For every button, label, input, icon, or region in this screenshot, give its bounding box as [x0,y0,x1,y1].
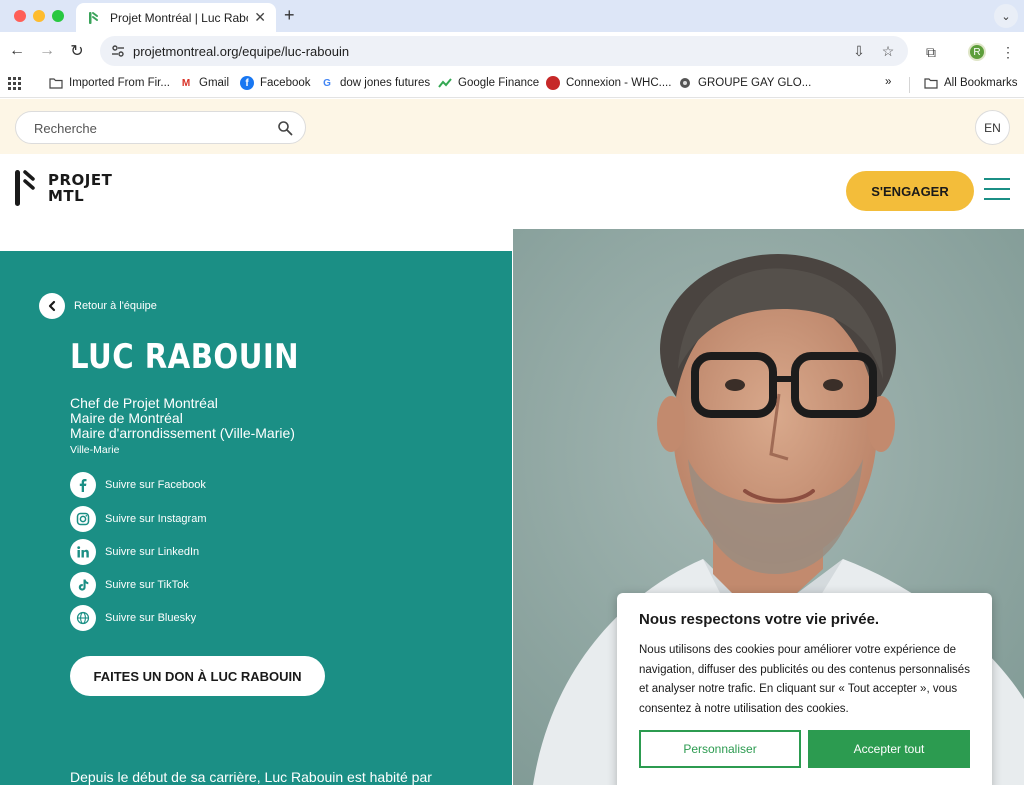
bookmark-label: GROUPE GAY GLO... [698,77,812,89]
tab-title: Projet Montréal | Luc Rabouin [110,10,248,25]
tab-search-button[interactable]: ⌄ [994,4,1018,28]
new-tab-button[interactable]: + [284,5,295,26]
social-link-bluesky[interactable]: Suivre sur Bluesky [70,605,196,631]
language-toggle-button[interactable]: EN [975,110,1010,145]
role-line: Maire de Montréal [70,410,183,426]
site-settings-icon[interactable] [110,43,126,59]
site-header: PROJET MTL S'ENGAGER [0,154,1024,230]
back-label: Retour à l'équipe [74,300,157,312]
browser-toolbar: ← → ↻ projetmontreal.org/equipe/luc-rabo… [0,32,1024,70]
social-link-tiktok[interactable]: Suivre sur TikTok [70,572,189,598]
logo-line-1: PROJET [48,171,113,189]
reload-button[interactable]: ↻ [66,40,88,62]
forward-button[interactable]: → [36,40,58,62]
logo-line-2: MTL [48,187,85,205]
site-search-input[interactable]: Recherche [15,111,306,144]
social-label: Suivre sur Bluesky [105,612,197,624]
folder-icon [924,76,938,90]
bookmark-label: Gmail [199,77,230,89]
extensions-icon[interactable]: ⧉ [921,42,941,62]
maximize-window-button[interactable] [52,10,64,22]
profile-roles: Chef de Projet Montréal Maire de Montréa… [70,396,295,441]
social-link-linkedin[interactable]: Suivre sur LinkedIn [70,539,199,565]
chevron-left-icon [39,293,65,319]
site-icon [678,76,692,90]
customize-cookies-button[interactable]: Personnaliser [639,730,801,768]
bookmark-dow-jones[interactable]: G dow jones futures [320,76,430,90]
profile-district: Ville-Marie [70,444,120,456]
folder-icon [49,76,63,90]
cookie-body: Nous utilisons des cookies pour améliore… [639,644,970,715]
search-icon[interactable] [277,120,293,136]
bookmark-label: Facebook [260,77,311,89]
bookmark-label: Connexion - WHC.... [566,77,672,89]
profile-intro-text: Depuis le début de sa carrière, Luc Rabo… [70,769,432,785]
search-placeholder: Recherche [34,121,97,136]
browser-menu-icon[interactable]: ⋮ [998,42,1018,62]
social-label: Suivre sur LinkedIn [105,546,200,558]
google-icon: G [323,77,331,89]
minimize-window-button[interactable] [33,10,45,22]
projet-mtl-logo[interactable]: PROJET MTL [14,169,112,209]
social-label: Suivre sur Facebook [105,479,206,491]
cookie-title: Nous respectons votre vie privée. [639,611,880,628]
profile-avatar[interactable]: R [968,43,986,61]
social-link-instagram[interactable]: Suivre sur Instagram [70,506,206,532]
bookmark-label: Imported From Fir... [69,77,170,89]
bookmarks-divider [909,77,910,93]
accept-all-cookies-button[interactable]: Accepter tout [808,730,970,768]
bookmark-google-finance[interactable]: Google Finance [438,76,539,90]
gmail-icon: M [181,77,191,89]
bookmark-facebook[interactable]: f Facebook [240,76,311,90]
bookmark-connexion[interactable]: Connexion - WHC.... [546,76,671,90]
profile-name: LUC RABOUIN [70,337,300,377]
web-page: Recherche EN PROJET MTL S'ENGAGER Retour… [0,99,1024,785]
bookmarks-bar: Imported From Fir... M Gmail f Facebook … [0,70,1024,98]
logo-mark-icon [15,170,35,206]
overflow-label: » [885,76,892,88]
instagram-icon [70,506,96,532]
bookmark-star-icon[interactable]: ☆ [879,42,897,60]
projet-mtl-favicon-icon [89,11,98,24]
donate-button[interactable]: FAITES UN DON À LUC RABOUIN [70,656,325,696]
bookmark-label: All Bookmarks [944,77,1018,89]
active-tab[interactable]: Projet Montréal | Luc Rabouin ✕ [76,3,276,32]
back-button[interactable]: ← [6,40,28,62]
bookmark-groupe-gay[interactable]: GROUPE GAY GLO... [678,76,811,90]
address-bar[interactable]: projetmontreal.org/equipe/luc-rabouin ⇩ … [100,36,908,66]
close-tab-icon[interactable]: ✕ [254,9,266,26]
tab-strip: Projet Montréal | Luc Rabouin ✕ + ⌄ [0,0,1024,32]
engage-button[interactable]: S'ENGAGER [846,171,974,211]
close-window-button[interactable] [14,10,26,22]
linkedin-icon [70,539,96,565]
facebook-icon [70,472,96,498]
social-link-facebook[interactable]: Suivre sur Facebook [70,472,206,498]
social-label: Suivre sur Instagram [105,513,207,525]
tiktok-icon [70,572,96,598]
bookmark-gmail[interactable]: M Gmail [179,76,229,90]
url-text: projetmontreal.org/equipe/luc-rabouin [133,44,350,59]
apps-grid-icon[interactable] [8,77,21,90]
globe-icon [70,605,96,631]
google-finance-icon [438,76,452,90]
install-app-icon[interactable]: ⇩ [850,42,868,60]
profile-panel: Retour à l'équipe LUC RABOUIN Chef de Pr… [0,251,512,785]
menu-icon[interactable] [984,178,1010,200]
bookmark-all[interactable]: All Bookmarks [924,76,1018,90]
browser-window: Projet Montréal | Luc Rabouin ✕ + ⌄ ← → … [0,0,1024,785]
logo-text: PROJET MTL [48,169,112,204]
whc-icon [546,76,560,90]
site-top-bar: Recherche EN [0,99,1024,154]
cookie-consent-dialog: Nous respectons votre vie privée. Nous u… [617,593,992,785]
back-to-team-link[interactable]: Retour à l'équipe [39,293,157,319]
facebook-icon: f [240,76,254,90]
bookmark-label: dow jones futures [340,77,431,89]
bookmarks-overflow-button[interactable]: » [885,76,891,88]
role-line: Maire d'arrondissement (Ville-Marie) [70,425,295,441]
social-label: Suivre sur TikTok [105,579,189,591]
bookmark-imported[interactable]: Imported From Fir... [49,76,170,90]
bookmark-label: Google Finance [458,77,540,89]
role-line: Chef de Projet Montréal [70,395,218,411]
